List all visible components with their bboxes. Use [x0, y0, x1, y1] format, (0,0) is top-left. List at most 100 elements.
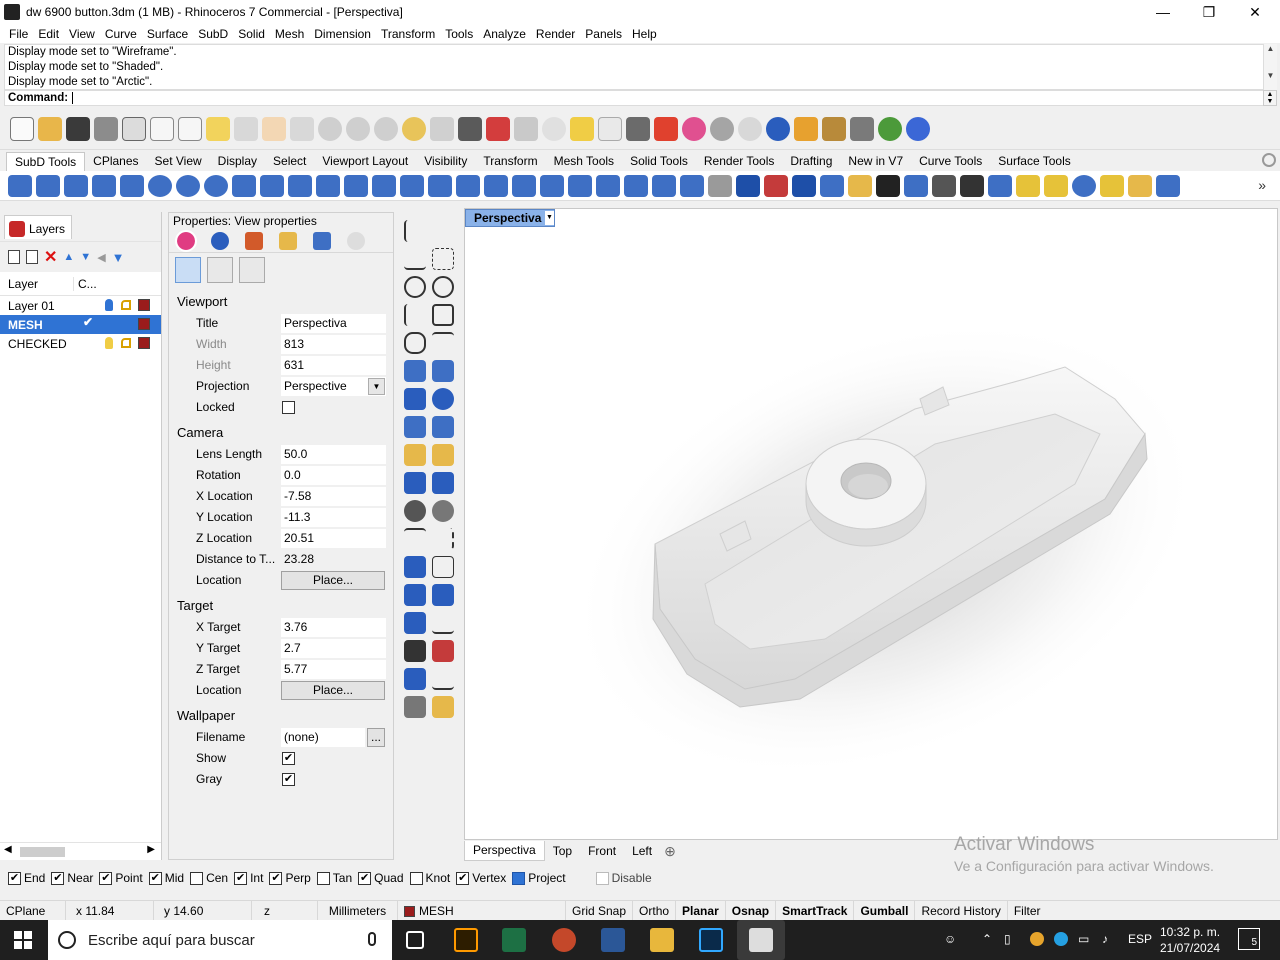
usb-icon[interactable]: ▯: [1004, 932, 1011, 946]
close-button[interactable]: ✕: [1232, 0, 1278, 24]
status-layer[interactable]: MESH: [398, 900, 566, 921]
windows-start-icon[interactable]: [14, 931, 32, 949]
tab-mesh-tools[interactable]: Mesh Tools: [546, 152, 622, 171]
panel-options-gear-icon[interactable]: [347, 231, 365, 250]
subd-loft-icon[interactable]: [260, 174, 284, 197]
point-icon[interactable]: [432, 220, 454, 242]
subd-unweld-icon[interactable]: [764, 174, 788, 197]
layer-color-swatch[interactable]: [138, 337, 150, 349]
osnap-checkbox[interactable]: [512, 871, 526, 885]
menu-solid[interactable]: Solid: [233, 27, 270, 41]
menu-panels[interactable]: Panels: [580, 27, 627, 41]
tab-left[interactable]: Left: [624, 841, 660, 861]
print-icon[interactable]: [94, 116, 118, 141]
osnap-knot[interactable]: Knot: [409, 871, 450, 885]
chamfer-icon[interactable]: [432, 528, 454, 550]
lock-icon[interactable]: [626, 116, 650, 141]
subd-brush-icon[interactable]: [1128, 174, 1152, 197]
points-on-icon[interactable]: [570, 116, 594, 141]
options-gear-icon[interactable]: [822, 116, 846, 141]
viewport-title-field[interactable]: Perspectiva: [281, 314, 386, 333]
chevron-down-icon[interactable]: ▼: [368, 378, 385, 395]
box-icon[interactable]: [404, 388, 426, 410]
tab-viewport-layout[interactable]: Viewport Layout: [314, 152, 416, 171]
osnap-int[interactable]: ✔ Int: [234, 871, 263, 885]
lock-icon[interactable]: [121, 338, 131, 348]
illustrator-icon[interactable]: [454, 928, 478, 952]
menu-help[interactable]: Help: [627, 27, 662, 41]
properties-icon[interactable]: [794, 116, 818, 141]
subd-grid-icon[interactable]: [904, 174, 928, 197]
rotate-view-icon[interactable]: [290, 116, 314, 141]
explode-icon[interactable]: [404, 444, 426, 466]
minimize-button[interactable]: —: [1140, 0, 1186, 24]
command-history-scrollbar[interactable]: ▲ ▼: [1263, 44, 1277, 90]
rhino-taskbar-button[interactable]: [737, 920, 785, 960]
osnap-checkbox[interactable]: ✔: [269, 871, 283, 885]
color-wheel-icon[interactable]: [682, 116, 706, 141]
subd-skin-icon[interactable]: [344, 174, 368, 197]
excel-icon[interactable]: [502, 928, 526, 952]
tab-subd-tools[interactable]: SubD Tools: [6, 152, 86, 171]
cut-icon[interactable]: [150, 116, 174, 141]
target-place-button[interactable]: Place...: [281, 681, 385, 700]
wallpaper-filename-field[interactable]: (none): [281, 728, 365, 747]
osnap-end[interactable]: ✔ End: [8, 871, 45, 885]
subd-convert-icon[interactable]: [988, 174, 1012, 197]
osnap-perp[interactable]: ✔ Perp: [269, 871, 311, 885]
subd-mesh-grid-icon[interactable]: [624, 174, 648, 197]
curve-icon[interactable]: [432, 248, 454, 270]
filter-icon[interactable]: ▼: [112, 250, 125, 265]
y-location-field[interactable]: -11.3: [281, 508, 386, 527]
viewport-width-field[interactable]: 813: [281, 335, 386, 354]
camera-icon[interactable]: [175, 257, 201, 283]
zoom-icon[interactable]: [318, 116, 342, 141]
food4rhino-icon[interactable]: [878, 116, 902, 141]
lens-length-field[interactable]: 50.0: [281, 445, 386, 464]
status-filter[interactable]: Filter: [1008, 901, 1047, 921]
z-location-field[interactable]: 20.51: [281, 529, 386, 548]
extrude-surface-icon[interactable]: [432, 360, 454, 382]
viewport-height-field[interactable]: 631: [281, 356, 386, 375]
subd-crease-icon[interactable]: [512, 174, 536, 197]
tray-chevron-up-icon[interactable]: ⌃: [982, 932, 992, 946]
status-gumball[interactable]: Gumball: [854, 900, 916, 921]
subd-refit-icon[interactable]: [680, 174, 704, 197]
menu-subd[interactable]: SubD: [193, 27, 233, 41]
subd-merge-icon[interactable]: [540, 174, 564, 197]
osnap-tan[interactable]: Tan: [316, 871, 352, 885]
viewport-perspectiva[interactable]: Perspectiva ▼: [464, 208, 1278, 840]
subd-face-mode-icon[interactable]: [1072, 174, 1096, 197]
osnap-checkbox[interactable]: [409, 871, 423, 885]
tab-select[interactable]: Select: [265, 152, 314, 171]
viewport-menu-chevron-down-icon[interactable]: ▼: [545, 211, 554, 225]
photoshop-icon[interactable]: [699, 928, 723, 952]
osnap-checkbox[interactable]: [595, 871, 609, 885]
status-smarttrack[interactable]: SmartTrack: [776, 900, 855, 921]
osnap-checkbox[interactable]: ✔: [456, 871, 470, 885]
materials-icon[interactable]: [211, 231, 229, 250]
analyze-icon[interactable]: [404, 668, 426, 690]
move-up-icon[interactable]: ▲: [63, 251, 74, 263]
menu-render[interactable]: Render: [531, 27, 580, 41]
tab-perspectiva[interactable]: Perspectiva: [464, 841, 545, 861]
column-current[interactable]: C...: [74, 277, 97, 291]
command-line[interactable]: Command:: [4, 90, 1264, 106]
osnap-checkbox[interactable]: ✔: [234, 871, 248, 885]
osnap-checkbox[interactable]: ✔: [99, 871, 113, 885]
subd-slide-icon[interactable]: [876, 174, 900, 197]
polyline-icon[interactable]: [404, 248, 426, 270]
copy-icon[interactable]: [178, 116, 202, 141]
scale-icon[interactable]: [432, 556, 454, 578]
open-file-icon[interactable]: [38, 116, 62, 141]
y-target-field[interactable]: 2.7: [281, 639, 386, 658]
layer-color-swatch[interactable]: [138, 318, 150, 330]
osnap-checkbox[interactable]: [190, 871, 204, 885]
osnap-checkbox[interactable]: [316, 871, 330, 885]
tab-layers[interactable]: Layers: [4, 214, 73, 239]
subd-subdivide-icon[interactable]: [652, 174, 676, 197]
tab-solid-tools[interactable]: Solid Tools: [622, 152, 696, 171]
car-icon[interactable]: [486, 116, 510, 141]
subd-sphere-icon[interactable]: [148, 174, 172, 197]
camera-place-button[interactable]: Place...: [281, 571, 385, 590]
